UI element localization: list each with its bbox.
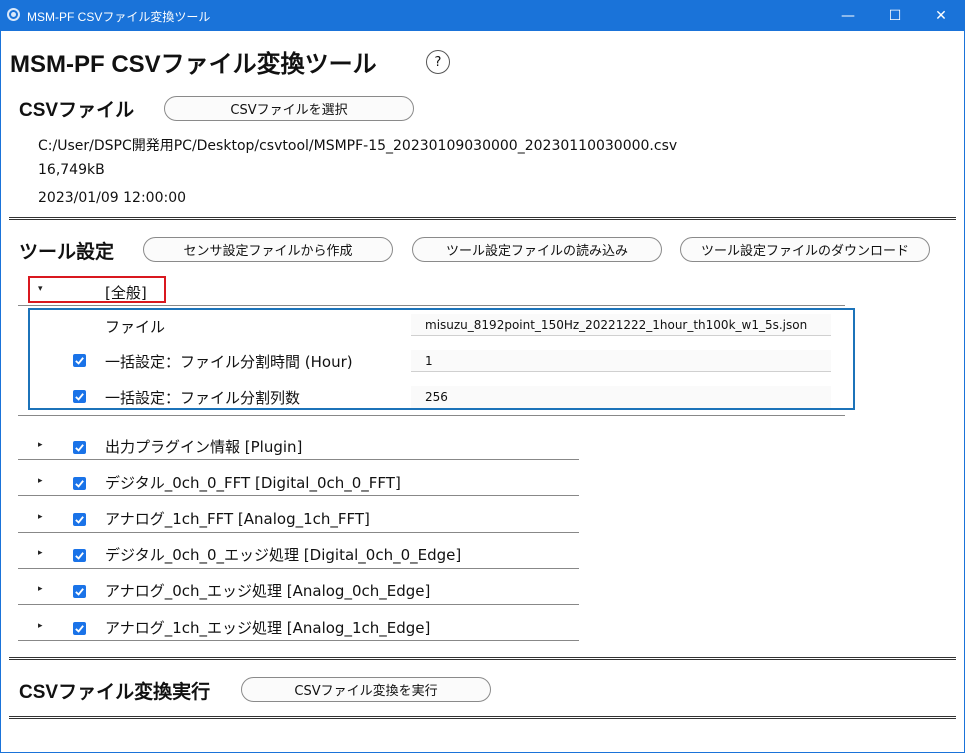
settings-item-label[interactable]: デジタル_0ch_0_エッジ処理 [Digital_0ch_0_Edge] (105, 544, 461, 565)
check-icon (75, 588, 84, 596)
minimize-icon: — (841, 7, 855, 24)
check-icon (75, 552, 84, 560)
section-divider (9, 217, 956, 220)
check-icon (75, 516, 84, 524)
check-icon (75, 357, 84, 365)
checkbox[interactable] (73, 622, 86, 635)
select-csv-button[interactable]: CSVファイルを選択 (164, 96, 414, 121)
row-divider (18, 640, 579, 641)
split-time-field[interactable]: 1 (411, 350, 831, 372)
row-divider (18, 305, 845, 306)
row-divider (18, 532, 579, 533)
app-icon (7, 8, 20, 21)
checkbox[interactable] (73, 441, 86, 454)
window-border-left (0, 31, 1, 753)
help-button[interactable]: ? (426, 50, 450, 74)
run-convert-button[interactable]: CSVファイル変換を実行 (241, 677, 491, 702)
download-settings-button[interactable]: ツール設定ファイルのダウンロード (680, 237, 930, 262)
close-icon: ✕ (935, 7, 947, 24)
check-icon (75, 480, 84, 488)
checkbox[interactable] (73, 585, 86, 598)
load-settings-button[interactable]: ツール設定ファイルの読み込み (412, 237, 662, 262)
split-columns-field[interactable]: 256 (411, 386, 831, 408)
section-divider (9, 657, 956, 660)
close-button[interactable]: ✕ (918, 0, 964, 31)
expand-triangle-icon[interactable]: ▾ (38, 284, 43, 294)
maximize-button[interactable]: ☐ (872, 0, 918, 31)
settings-item-label[interactable]: 出力プラグイン情報 [Plugin] (105, 436, 302, 457)
window-title: MSM-PF CSVファイル変換ツール (27, 10, 211, 24)
convert-section-title: CSVファイル変換実行 (19, 682, 211, 703)
app-title: MSM-PF CSVファイル変換ツール (10, 51, 377, 78)
help-icon: ? (434, 54, 442, 70)
section-divider (9, 716, 956, 719)
row-divider (18, 415, 845, 416)
csv-file-date: 2023/01/09 12:00:00 (38, 190, 187, 206)
row-divider (18, 604, 579, 605)
csv-file-size: 16,749kB (38, 162, 105, 178)
collapse-triangle-icon[interactable]: ▸ (38, 440, 43, 450)
maximize-icon: ☐ (888, 7, 902, 24)
check-icon (75, 444, 84, 452)
general-group-label[interactable]: [全般] (105, 282, 147, 303)
settings-item-label[interactable]: アナログ_1ch_エッジ処理 [Analog_1ch_Edge] (105, 617, 430, 638)
csv-file-path: C:/User/DSPC開発用PC/Desktop/csvtool/MSMPF-… (38, 138, 678, 154)
checkbox[interactable] (73, 477, 86, 490)
checkbox[interactable] (73, 390, 86, 403)
csv-section-title: CSVファイル (19, 100, 135, 121)
collapse-triangle-icon[interactable]: ▸ (38, 476, 43, 486)
settings-item-label[interactable]: デジタル_0ch_0_FFT [Digital_0ch_0_FFT] (105, 472, 401, 493)
check-icon (75, 393, 84, 401)
minimize-button[interactable]: — (825, 0, 871, 31)
create-from-sensor-button[interactable]: センサ設定ファイルから作成 (143, 237, 393, 262)
settings-item-label[interactable]: アナログ_1ch_FFT [Analog_1ch_FFT] (105, 508, 370, 529)
collapse-triangle-icon[interactable]: ▸ (38, 512, 43, 522)
general-row-label: ファイル (105, 318, 166, 336)
checkbox[interactable] (73, 549, 86, 562)
collapse-triangle-icon[interactable]: ▸ (38, 584, 43, 594)
general-row-label: 一括設定：ファイル分割時間 (Hour) (105, 353, 353, 371)
window-titlebar: MSM-PF CSVファイル変換ツール — ☐ ✕ (0, 0, 965, 31)
checkbox[interactable] (73, 354, 86, 367)
tool-settings-title: ツール設定 (19, 242, 115, 263)
row-divider (18, 495, 579, 496)
settings-item-label[interactable]: アナログ_0ch_エッジ処理 [Analog_0ch_Edge] (105, 580, 430, 601)
row-divider (18, 568, 579, 569)
general-row-label: 一括設定：ファイル分割列数 (105, 389, 301, 407)
checkbox[interactable] (73, 513, 86, 526)
file-value-field[interactable]: misuzu_8192point_150Hz_20221222_1hour_th… (411, 314, 831, 336)
check-icon (75, 625, 84, 633)
collapse-triangle-icon[interactable]: ▸ (38, 548, 43, 558)
collapse-triangle-icon[interactable]: ▸ (38, 621, 43, 631)
row-divider (18, 459, 579, 460)
